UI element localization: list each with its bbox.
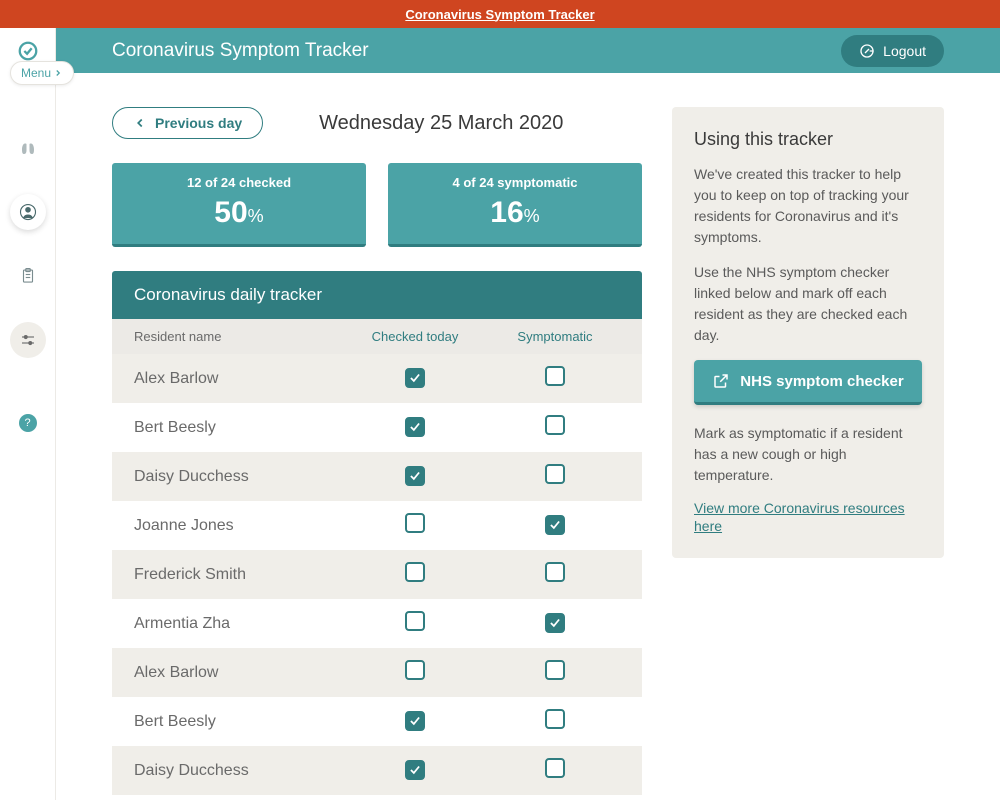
help-button[interactable]: ? (19, 414, 37, 432)
logout-icon (859, 43, 875, 59)
page-title: Coronavirus Symptom Tracker (112, 40, 369, 62)
info-paragraph: Mark as symptomatic if a resident has a … (694, 423, 922, 486)
info-paragraph: We've created this tracker to help you t… (694, 164, 922, 248)
symptomatic-checkbox[interactable] (545, 613, 565, 633)
previous-day-label: Previous day (155, 115, 242, 131)
symptomatic-checkbox[interactable] (545, 366, 565, 386)
symptomatic-checkbox[interactable] (545, 415, 565, 435)
stat-symptomatic: 4 of 24 symptomatic 16% (388, 163, 642, 247)
checked-today-checkbox[interactable] (405, 513, 425, 533)
sliders-icon (19, 331, 37, 349)
app-header: Coronavirus Symptom Tracker Logout (0, 28, 1000, 73)
resident-name: Alex Barlow (134, 664, 340, 682)
stat-checked-sub: 12 of 24 checked (112, 175, 366, 190)
table-row: Alex Barlow (112, 354, 642, 403)
sidebar-item-settings[interactable] (10, 322, 46, 358)
logout-button[interactable]: Logout (841, 35, 944, 67)
symptomatic-checkbox[interactable] (545, 464, 565, 484)
chevron-left-icon (133, 116, 147, 130)
col-header-checked: Checked today (340, 329, 490, 344)
table-row: Bert Beesly (112, 697, 642, 746)
app-logo-icon (17, 40, 39, 62)
current-date: Wednesday 25 March 2020 (319, 112, 563, 135)
banner-link[interactable]: Coronavirus Symptom Tracker (405, 7, 594, 22)
resident-name: Frederick Smith (134, 566, 340, 584)
symptomatic-checkbox[interactable] (545, 515, 565, 535)
resident-name: Armentia Zha (134, 615, 340, 633)
table-row: Armentia Zha (112, 599, 642, 648)
person-circle-icon (19, 203, 37, 221)
table-row: Frederick Smith (112, 550, 642, 599)
table-row: Daisy Ducchess (112, 746, 642, 795)
stat-checked: 12 of 24 checked 50% (112, 163, 366, 247)
table-row: Daisy Ducchess (112, 452, 642, 501)
col-header-symptomatic: Symptomatic (490, 329, 620, 344)
checked-today-checkbox[interactable] (405, 562, 425, 582)
sidebar-item-lungs[interactable] (10, 130, 46, 166)
sidebar-item-clipboard[interactable] (10, 258, 46, 294)
symptomatic-checkbox[interactable] (545, 660, 565, 680)
sidebar-item-resident[interactable] (10, 194, 46, 230)
sidebar: ? (0, 28, 56, 800)
logout-label: Logout (883, 43, 926, 59)
nhs-button-label: NHS symptom checker (740, 373, 903, 390)
top-banner: Coronavirus Symptom Tracker (0, 0, 1000, 28)
checked-today-checkbox[interactable] (405, 660, 425, 680)
table-row: Joanne Jones (112, 501, 642, 550)
resident-name: Alex Barlow (134, 370, 340, 388)
checked-today-checkbox[interactable] (405, 368, 425, 388)
info-paragraph: Use the NHS symptom checker linked below… (694, 262, 922, 346)
menu-toggle[interactable]: Menu (10, 61, 74, 85)
resources-link[interactable]: View more Coronavirus resources here (694, 500, 905, 534)
table-row: Bert Beesly (112, 403, 642, 452)
symptomatic-checkbox[interactable] (545, 562, 565, 582)
resident-name: Daisy Ducchess (134, 762, 340, 780)
resident-name: Daisy Ducchess (134, 468, 340, 486)
symptomatic-checkbox[interactable] (545, 758, 565, 778)
stat-checked-unit: % (248, 206, 264, 226)
table-title: Coronavirus daily tracker (112, 271, 642, 319)
nhs-checker-button[interactable]: NHS symptom checker (694, 360, 922, 405)
external-link-icon (712, 372, 730, 390)
stat-symp-unit: % (524, 206, 540, 226)
lungs-icon (19, 139, 37, 157)
date-nav: Previous day Wednesday 25 March 2020 (112, 107, 642, 139)
clipboard-icon (19, 267, 37, 285)
table-row: Joanne Jones (112, 795, 642, 800)
col-header-name: Resident name (134, 329, 340, 344)
checked-today-checkbox[interactable] (405, 760, 425, 780)
resident-name: Bert Beesly (134, 419, 340, 437)
stat-symp-sub: 4 of 24 symptomatic (388, 175, 642, 190)
stats-row: 12 of 24 checked 50% 4 of 24 symptomatic… (112, 163, 642, 247)
resident-name: Joanne Jones (134, 517, 340, 535)
checked-today-checkbox[interactable] (405, 417, 425, 437)
stat-checked-value: 50 (214, 196, 247, 229)
table-row: Alex Barlow (112, 648, 642, 697)
main-content: Previous day Wednesday 25 March 2020 12 … (56, 73, 1000, 800)
menu-label: Menu (21, 66, 51, 80)
checked-today-checkbox[interactable] (405, 711, 425, 731)
resident-name: Bert Beesly (134, 713, 340, 731)
checked-today-checkbox[interactable] (405, 611, 425, 631)
symptomatic-checkbox[interactable] (545, 709, 565, 729)
info-title: Using this tracker (694, 129, 922, 150)
tracker-table: Coronavirus daily tracker Resident name … (112, 271, 642, 800)
chevron-right-icon (53, 68, 63, 78)
table-header: Resident name Checked today Symptomatic (112, 319, 642, 354)
previous-day-button[interactable]: Previous day (112, 107, 263, 139)
checked-today-checkbox[interactable] (405, 466, 425, 486)
info-panel: Using this tracker We've created this tr… (672, 107, 944, 558)
stat-symp-value: 16 (490, 196, 523, 229)
